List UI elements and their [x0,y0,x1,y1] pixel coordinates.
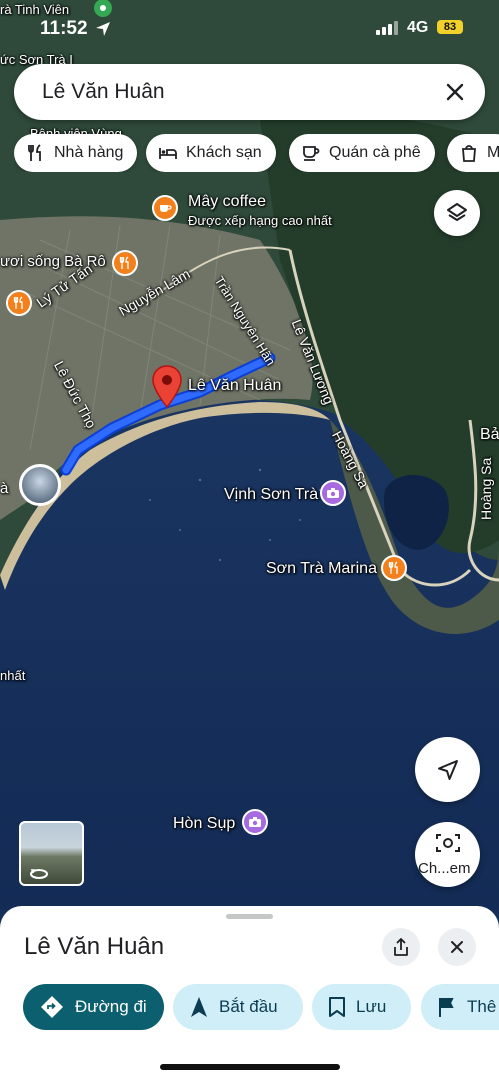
chip-label: M [487,144,499,161]
status-time: 11:52 [40,18,88,39]
bookmark-icon [329,997,345,1017]
chip-label: Quán cà phê [329,144,421,161]
search-bar[interactable]: Lê Văn Huân [14,64,485,120]
chip-label: Khách sạn [186,144,262,161]
directions-button[interactable]: Đường đi [23,984,164,1030]
navigation-arrow-icon [191,997,207,1017]
coffee-place-icon[interactable] [152,195,178,221]
drag-handle[interactable] [226,914,273,919]
place-name-son-tra-marina[interactable]: Sơn Trà Marina [266,560,377,578]
camera-icon[interactable] [320,480,346,506]
action-label: Bắt đầu [219,997,278,1016]
place-name-le-van-huan: Lê Văn Huân [188,377,282,394]
network-type: 4G [407,19,429,36]
category-chips: Nhà hàng Khách sạn Quán cà phê M [14,134,499,172]
restaurant-icon[interactable] [381,555,407,581]
restaurant-icon[interactable] [112,250,138,276]
flag-icon [439,998,454,1017]
start-button[interactable]: Bắt đầu [173,984,303,1030]
close-icon [451,941,463,953]
action-buttons: Đường đi Bắt đầu Lưu Thê [23,984,499,1030]
action-label: Đường đi [75,997,147,1016]
signal-icon [376,20,400,35]
search-query[interactable]: Lê Văn Huân [42,80,165,104]
fork-knife-icon [28,144,41,161]
place-name-vinh-son-tra[interactable]: Vịnh Sơn Trà [224,486,318,504]
chip-cafes[interactable]: Quán cà phê [289,134,435,172]
shopping-bag-icon [462,145,476,162]
my-location-button[interactable] [415,737,480,802]
chip-shopping[interactable]: M [447,134,499,172]
bed-icon [159,148,177,159]
close-icon[interactable] [441,78,469,106]
chip-restaurants[interactable]: Nhà hàng [14,134,138,172]
map-label: Bả [480,426,499,443]
share-button[interactable] [382,928,420,966]
save-button[interactable]: Lưu [312,984,411,1030]
restaurant-icon[interactable] [6,290,32,316]
map-label: à [0,480,9,497]
layers-button[interactable] [434,190,480,236]
status-bar: 11:52 4G 83 [0,0,499,48]
home-indicator[interactable] [160,1064,340,1070]
chip-hotels[interactable]: Khách sạn [146,134,276,172]
rotate-360-icon [30,869,48,879]
layers-icon [447,203,467,221]
camera-lens-icon [435,834,460,852]
place-name-may-coffee[interactable]: Mây coffee [188,193,266,211]
map-label: nhất [0,668,26,683]
location-pin-icon[interactable] [151,365,183,409]
location-arrow-icon [94,0,112,36]
close-sheet-button[interactable] [438,928,476,966]
battery-icon: 83 [437,20,463,34]
chip-label: Nhà hàng [54,144,124,161]
place-bottom-sheet[interactable]: Lê Văn Huân Đường đi Bắt đầu Lưu Thê [0,906,499,1080]
camera-icon[interactable] [242,809,268,835]
place-subtitle: Được xếp hạng cao nhất [188,213,332,228]
lens-label: Ch...em [418,860,471,877]
photo-marker[interactable] [19,464,61,506]
street-view-thumbnail[interactable] [19,821,84,886]
coffee-cup-icon [303,146,320,161]
place-name-hon-sup[interactable]: Hòn Sụp [173,815,235,833]
directions-icon [41,996,63,1018]
navigation-arrow-icon [437,759,458,780]
share-icon [394,938,408,956]
action-label: Lưu [356,997,387,1016]
action-label: Thê [467,997,497,1016]
lens-button[interactable] [415,822,480,887]
place-title: Lê Văn Huân [24,933,165,960]
add-label-button[interactable]: Thê [421,984,499,1030]
road-label: Hoàng Sa [478,457,494,520]
